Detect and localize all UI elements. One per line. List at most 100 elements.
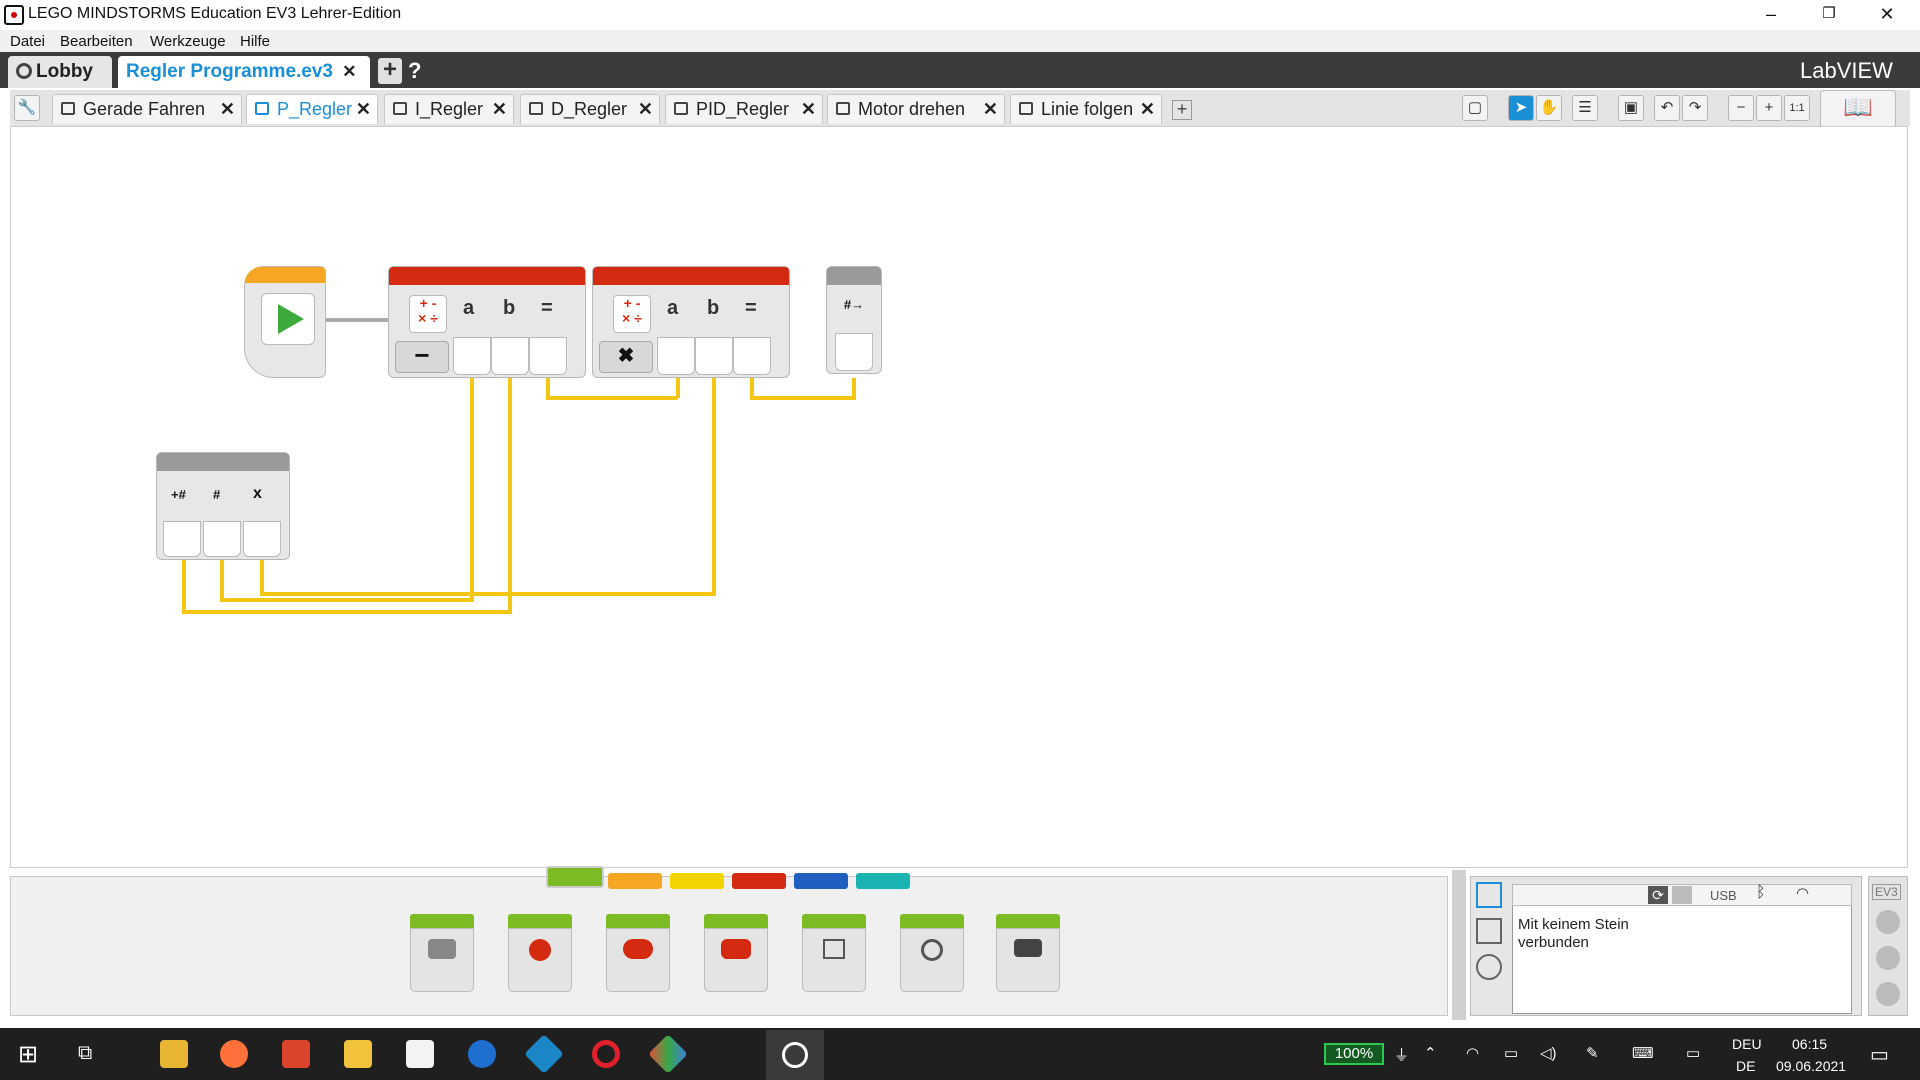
brick-status-light-block[interactable] xyxy=(996,914,1060,994)
document-icon[interactable] xyxy=(406,1040,434,1068)
output-plug[interactable] xyxy=(163,521,201,557)
close-tab-icon[interactable]: ✕ xyxy=(492,95,507,123)
output-plug[interactable] xyxy=(203,521,241,557)
port-view-tab-icon[interactable] xyxy=(1476,918,1502,944)
zoom-reset-icon[interactable]: 1:1 xyxy=(1784,95,1810,121)
hardware-page-splitter[interactable] xyxy=(1452,870,1466,1020)
volume-icon[interactable]: ◁) xyxy=(1540,1044,1557,1062)
redo-icon[interactable]: ↷ xyxy=(1682,95,1708,121)
palette-tab-advanced[interactable] xyxy=(794,873,848,889)
file-explorer-user-icon[interactable] xyxy=(160,1040,188,1068)
output-plug[interactable] xyxy=(243,521,281,557)
lobby-tab[interactable]: Lobby xyxy=(8,56,112,88)
add-project-button[interactable]: + xyxy=(378,58,402,84)
sound-block[interactable] xyxy=(900,914,964,994)
wifi-icon[interactable]: ◠ xyxy=(1796,884,1809,902)
menu-bearbeiten[interactable]: Bearbeiten xyxy=(60,33,133,50)
add-program-button[interactable]: + xyxy=(1172,100,1192,120)
tab-gerade-fahren[interactable]: Gerade Fahren ✕ xyxy=(52,94,242,124)
disconnect-icon[interactable] xyxy=(1672,886,1692,904)
brick-info-tab-icon[interactable] xyxy=(1476,882,1502,908)
folder-icon[interactable] xyxy=(344,1040,372,1068)
math-block-multiply[interactable]: + - × ÷ a b = ✖ xyxy=(592,266,790,378)
robot-educator-book-icon[interactable]: 📖 xyxy=(1820,90,1896,128)
task-view-icon[interactable]: ⧉ xyxy=(78,1042,92,1065)
clock-date[interactable]: 09.06.2021 xyxy=(1776,1058,1846,1074)
download-icon[interactable] xyxy=(1876,910,1900,934)
mode-selector-subtract[interactable]: − xyxy=(395,341,449,373)
close-project-icon[interactable]: ✕ xyxy=(342,62,356,81)
start-block[interactable] xyxy=(244,266,326,378)
windows-start-icon[interactable]: ⊞ xyxy=(18,1040,38,1069)
pan-hand-icon[interactable]: ✋ xyxy=(1536,95,1562,121)
large-motor-block[interactable] xyxy=(508,914,572,994)
help-button[interactable]: ? xyxy=(408,58,421,84)
move-tank-block[interactable] xyxy=(704,914,768,994)
start-button[interactable] xyxy=(261,293,315,345)
tablet-icon[interactable]: ▭ xyxy=(1686,1044,1700,1062)
result-plug[interactable] xyxy=(733,337,771,375)
input-a-plug[interactable] xyxy=(453,337,491,375)
show-hidden-icons[interactable]: ⌃ xyxy=(1424,1044,1437,1062)
input-b-plug[interactable] xyxy=(695,337,733,375)
menu-werkzeuge[interactable]: Werkzeuge xyxy=(150,33,226,50)
power-plug-icon[interactable]: ⏚ xyxy=(1394,1044,1409,1065)
tab-i-regler[interactable]: I_Regler ✕ xyxy=(384,94,514,124)
save-icon[interactable]: ▣ xyxy=(1618,95,1644,121)
bluetooth-icon[interactable]: ᛒ xyxy=(1756,884,1766,902)
close-tab-icon[interactable]: ✕ xyxy=(983,95,998,123)
pen-icon[interactable]: ✎ xyxy=(1586,1044,1599,1062)
close-tab-icon[interactable]: ✕ xyxy=(801,95,816,123)
usb-connection[interactable]: USB xyxy=(1710,888,1737,903)
variable-write-block[interactable]: #→ xyxy=(826,266,882,374)
palette-tab-flow[interactable] xyxy=(608,873,662,889)
menu-hilfe[interactable]: Hilfe xyxy=(240,33,270,50)
battery-icon[interactable]: ▭ xyxy=(1504,1044,1518,1062)
lego-mindstorms-taskbar-button[interactable] xyxy=(766,1030,824,1080)
result-plug[interactable] xyxy=(529,337,567,375)
close-button[interactable]: ✕ xyxy=(1858,0,1916,30)
input-b-plug[interactable] xyxy=(491,337,529,375)
content-editor-icon[interactable]: ▢ xyxy=(1462,95,1488,121)
firefox-icon[interactable] xyxy=(220,1040,248,1068)
network-icon[interactable]: ◠ xyxy=(1466,1044,1479,1062)
undo-icon[interactable]: ↶ xyxy=(1654,95,1680,121)
move-steering-block[interactable] xyxy=(606,914,670,994)
clock-time[interactable]: 06:15 xyxy=(1792,1036,1827,1052)
programming-canvas[interactable] xyxy=(10,126,1908,868)
medium-motor-block[interactable] xyxy=(410,914,474,994)
zoom-out-icon[interactable]: − xyxy=(1728,95,1754,121)
minimize-button[interactable]: – xyxy=(1742,0,1800,30)
input-language[interactable]: DEU xyxy=(1732,1036,1762,1052)
value-plug[interactable] xyxy=(835,333,873,371)
math-block-subtract[interactable]: + - × ÷ a b = − xyxy=(388,266,586,378)
battery-percent[interactable]: 100% xyxy=(1324,1043,1384,1065)
comment-icon[interactable]: ☰ xyxy=(1572,95,1598,121)
download-and-run-icon[interactable] xyxy=(1876,946,1900,970)
palette-tab-data[interactable] xyxy=(732,873,786,889)
notification-icon[interactable]: ▭ xyxy=(1870,1042,1889,1067)
tab-d-regler[interactable]: D_Regler ✕ xyxy=(520,94,660,124)
palette-tab-action[interactable] xyxy=(546,866,604,888)
close-tab-icon[interactable]: ✕ xyxy=(220,95,235,123)
tab-pid-regler[interactable]: PID_Regler ✕ xyxy=(665,94,823,124)
menu-datei[interactable]: Datei xyxy=(10,33,45,50)
mode-selector-multiply[interactable]: ✖ xyxy=(599,341,653,373)
close-variable-icon[interactable]: x xyxy=(253,485,262,503)
available-bricks-tab-icon[interactable] xyxy=(1476,954,1502,980)
palette-tab-myblocks[interactable] xyxy=(856,873,910,889)
mail-icon[interactable] xyxy=(468,1040,496,1068)
keyboard-layout[interactable]: DE xyxy=(1736,1058,1755,1074)
palette-tab-sensor[interactable] xyxy=(670,873,724,889)
opera-icon[interactable] xyxy=(592,1040,620,1068)
close-tab-icon[interactable]: ✕ xyxy=(1140,95,1155,123)
tab-linie-folgen[interactable]: Linie folgen ✕ xyxy=(1010,94,1162,124)
project-tab[interactable]: Regler Programme.ev3 ✕ xyxy=(118,56,370,88)
tab-p-regler[interactable]: P_Regler ✕ xyxy=(246,94,378,124)
select-pointer-icon[interactable]: ➤ xyxy=(1508,95,1534,121)
keyboard-icon[interactable]: ⌨ xyxy=(1632,1044,1654,1062)
restore-button[interactable]: ❐ xyxy=(1800,0,1858,30)
project-properties-icon[interactable]: 🔧 xyxy=(14,95,40,121)
app-icon-red[interactable] xyxy=(282,1040,310,1068)
zoom-in-icon[interactable]: + xyxy=(1756,95,1782,121)
